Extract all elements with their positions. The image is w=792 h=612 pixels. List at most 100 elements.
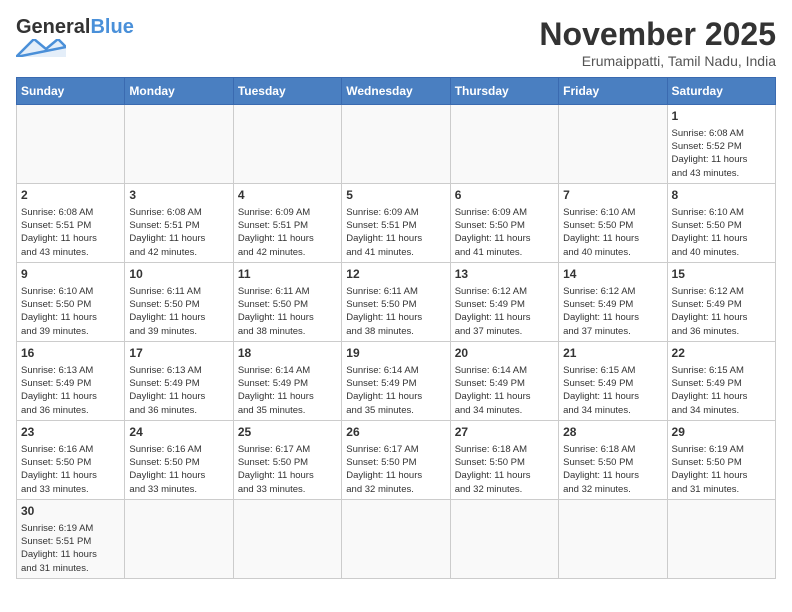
calendar-cell: 14 Sunrise: 6:12 AMSunset: 5:49 PMDayligh… (559, 262, 667, 341)
weekday-header-wednesday: Wednesday (342, 78, 450, 105)
day-number: 27 (455, 424, 554, 441)
day-number: 9 (21, 266, 120, 283)
weekday-header-tuesday: Tuesday (233, 78, 341, 105)
day-number: 4 (238, 187, 337, 204)
calendar-cell (342, 105, 450, 184)
weekday-header-monday: Monday (125, 78, 233, 105)
day-number: 24 (129, 424, 228, 441)
day-number: 21 (563, 345, 662, 362)
calendar-week-5: 23Sunrise: 6:16 AMSunset: 5:50 PMDayligh… (17, 420, 776, 499)
day-number: 10 (129, 266, 228, 283)
day-info: Sunrise: 6:11 AMSunset: 5:50 PMDaylight:… (238, 285, 337, 338)
day-number: 7 (563, 187, 662, 204)
calendar-cell: 13Sunrise: 6:12 AMSunset: 5:49 PMDayligh… (450, 262, 558, 341)
day-info: Sunrise: 6:08 AMSunset: 5:51 PMDaylight:… (21, 206, 120, 259)
calendar-cell: 28Sunrise: 6:18 AMSunset: 5:50 PMDayligh… (559, 420, 667, 499)
calendar-cell (342, 499, 450, 578)
calendar-cell: 2 Sunrise: 6:08 AMSunset: 5:51 PMDaylight… (17, 183, 125, 262)
day-info: Sunrise: 6:11 AMSunset: 5:50 PMDaylight:… (346, 285, 445, 338)
calendar-cell (559, 105, 667, 184)
day-info: Sunrise: 6:19 AMSunset: 5:51 PMDaylight:… (21, 522, 120, 575)
calendar-cell: 5Sunrise: 6:09 AMSunset: 5:51 PMDaylight… (342, 183, 450, 262)
calendar-cell: 11 Sunrise: 6:11 AMSunset: 5:50 PMDayligh… (233, 262, 341, 341)
calendar-week-1: 1Sunrise: 6:08 AMSunset: 5:52 PMDaylight… (17, 105, 776, 184)
calendar-cell: 4 Sunrise: 6:09 AMSunset: 5:51 PMDaylight… (233, 183, 341, 262)
day-number: 28 (563, 424, 662, 441)
day-info: Sunrise: 6:18 AMSunset: 5:50 PMDaylight:… (455, 443, 554, 496)
day-number: 13 (455, 266, 554, 283)
title-block: November 2025 Erumaippatti, Tamil Nadu, … (539, 16, 776, 69)
day-info: Sunrise: 6:15 AMSunset: 5:49 PMDaylight:… (563, 364, 662, 417)
logo-blue: Blue (90, 16, 133, 39)
calendar-cell (17, 105, 125, 184)
day-info: Sunrise: 6:17 AMSunset: 5:50 PMDaylight:… (346, 443, 445, 496)
day-number: 5 (346, 187, 445, 204)
calendar-cell: 12 Sunrise: 6:11 AMSunset: 5:50 PMDayligh… (342, 262, 450, 341)
calendar-cell: 15Sunrise: 6:12 AMSunset: 5:49 PMDayligh… (667, 262, 775, 341)
day-info: Sunrise: 6:13 AMSunset: 5:49 PMDaylight:… (21, 364, 120, 417)
calendar-cell (125, 105, 233, 184)
calendar-cell (125, 499, 233, 578)
calendar-week-4: 16 Sunrise: 6:13 AMSunset: 5:49 PMDayligh… (17, 341, 776, 420)
day-info: Sunrise: 6:13 AMSunset: 5:49 PMDaylight:… (129, 364, 228, 417)
calendar-cell: 16 Sunrise: 6:13 AMSunset: 5:49 PMDayligh… (17, 341, 125, 420)
calendar-table: SundayMondayTuesdayWednesdayThursdayFrid… (16, 77, 776, 579)
calendar-cell: 8 Sunrise: 6:10 AMSunset: 5:50 PMDaylight… (667, 183, 775, 262)
calendar-cell (450, 105, 558, 184)
day-number: 1 (672, 108, 771, 125)
day-info: Sunrise: 6:17 AMSunset: 5:50 PMDaylight:… (238, 443, 337, 496)
calendar-cell: 24Sunrise: 6:16 AMSunset: 5:50 PMDayligh… (125, 420, 233, 499)
day-info: Sunrise: 6:08 AMSunset: 5:51 PMDaylight:… (129, 206, 228, 259)
calendar-cell: 1Sunrise: 6:08 AMSunset: 5:52 PMDaylight… (667, 105, 775, 184)
day-number: 2 (21, 187, 120, 204)
day-info: Sunrise: 6:14 AMSunset: 5:49 PMDaylight:… (346, 364, 445, 417)
location: Erumaippatti, Tamil Nadu, India (539, 53, 776, 69)
calendar-cell: 21 Sunrise: 6:15 AMSunset: 5:49 PMDayligh… (559, 341, 667, 420)
day-number: 11 (238, 266, 337, 283)
day-info: Sunrise: 6:19 AMSunset: 5:50 PMDaylight:… (672, 443, 771, 496)
day-number: 6 (455, 187, 554, 204)
page-header: General Blue November 2025 Erumaippatti,… (16, 16, 776, 69)
day-info: Sunrise: 6:10 AMSunset: 5:50 PMDaylight:… (672, 206, 771, 259)
day-info: Sunrise: 6:11 AMSunset: 5:50 PMDaylight:… (129, 285, 228, 338)
weekday-header-friday: Friday (559, 78, 667, 105)
weekday-header-saturday: Saturday (667, 78, 775, 105)
calendar-cell (233, 105, 341, 184)
calendar-cell (233, 499, 341, 578)
day-number: 19 (346, 345, 445, 362)
calendar-cell: 7 Sunrise: 6:10 AMSunset: 5:50 PMDaylight… (559, 183, 667, 262)
calendar-cell: 6Sunrise: 6:09 AMSunset: 5:50 PMDaylight… (450, 183, 558, 262)
day-number: 20 (455, 345, 554, 362)
calendar-cell: 17Sunrise: 6:13 AMSunset: 5:49 PMDayligh… (125, 341, 233, 420)
day-number: 12 (346, 266, 445, 283)
calendar-cell: 25Sunrise: 6:17 AMSunset: 5:50 PMDayligh… (233, 420, 341, 499)
day-info: Sunrise: 6:10 AMSunset: 5:50 PMDaylight:… (21, 285, 120, 338)
day-info: Sunrise: 6:12 AMSunset: 5:49 PMDaylight:… (563, 285, 662, 338)
day-info: Sunrise: 6:16 AMSunset: 5:50 PMDaylight:… (21, 443, 120, 496)
day-number: 26 (346, 424, 445, 441)
month-title: November 2025 (539, 16, 776, 53)
day-info: Sunrise: 6:09 AMSunset: 5:51 PMDaylight:… (238, 206, 337, 259)
calendar-week-2: 2 Sunrise: 6:08 AMSunset: 5:51 PMDaylight… (17, 183, 776, 262)
weekday-header-row: SundayMondayTuesdayWednesdayThursdayFrid… (17, 78, 776, 105)
day-number: 30 (21, 503, 120, 520)
calendar-cell: 20 Sunrise: 6:14 AMSunset: 5:49 PMDayligh… (450, 341, 558, 420)
calendar-cell: 19 Sunrise: 6:14 AMSunset: 5:49 PMDayligh… (342, 341, 450, 420)
calendar-cell (667, 499, 775, 578)
day-info: Sunrise: 6:14 AMSunset: 5:49 PMDaylight:… (455, 364, 554, 417)
day-info: Sunrise: 6:10 AMSunset: 5:50 PMDaylight:… (563, 206, 662, 259)
day-number: 8 (672, 187, 771, 204)
calendar-cell (450, 499, 558, 578)
calendar-cell: 18 Sunrise: 6:14 AMSunset: 5:49 PMDayligh… (233, 341, 341, 420)
calendar-cell: 3Sunrise: 6:08 AMSunset: 5:51 PMDaylight… (125, 183, 233, 262)
day-number: 16 (21, 345, 120, 362)
calendar-week-6: 30 Sunrise: 6:19 AMSunset: 5:51 PMDayligh… (17, 499, 776, 578)
day-info: Sunrise: 6:12 AMSunset: 5:49 PMDaylight:… (672, 285, 771, 338)
calendar-cell: 23Sunrise: 6:16 AMSunset: 5:50 PMDayligh… (17, 420, 125, 499)
day-number: 22 (672, 345, 771, 362)
day-number: 18 (238, 345, 337, 362)
day-info: Sunrise: 6:14 AMSunset: 5:49 PMDaylight:… (238, 364, 337, 417)
calendar-cell: 9 Sunrise: 6:10 AMSunset: 5:50 PMDaylight… (17, 262, 125, 341)
calendar-cell: 30 Sunrise: 6:19 AMSunset: 5:51 PMDayligh… (17, 499, 125, 578)
day-number: 14 (563, 266, 662, 283)
